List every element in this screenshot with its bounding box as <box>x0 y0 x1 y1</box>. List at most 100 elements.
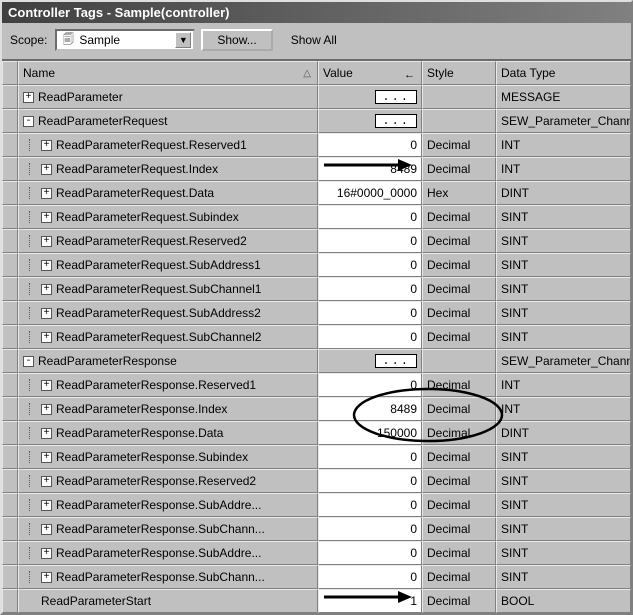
collapse-icon[interactable]: - <box>23 116 34 127</box>
expand-icon[interactable]: + <box>41 212 52 223</box>
cell-name[interactable]: +ReadParameterResponse.Index <box>18 397 318 421</box>
chevron-down-icon[interactable]: ▼ <box>175 32 191 48</box>
cell-value[interactable]: 0 <box>318 133 422 157</box>
table-row[interactable]: +ReadParameterResponse.Index8489DecimalI… <box>2 397 631 421</box>
cell-style: Decimal <box>422 565 496 589</box>
cell-value[interactable]: 150000 <box>318 421 422 445</box>
expand-icon[interactable]: + <box>23 92 34 103</box>
table-row[interactable]: +ReadParameterRequest.Reserved10DecimalI… <box>2 133 631 157</box>
collapse-icon[interactable]: - <box>23 356 34 367</box>
cell-name[interactable]: +ReadParameterResponse.Data <box>18 421 318 445</box>
cell-name[interactable]: +ReadParameterResponse.SubChann... <box>18 565 318 589</box>
expand-icon[interactable]: + <box>41 380 52 391</box>
table-row[interactable]: -ReadParameterRequest...SEW_Parameter_Ch… <box>2 109 631 133</box>
expand-icon[interactable]: + <box>41 524 52 535</box>
table-row[interactable]: +ReadParameterRequest.SubAddress10Decima… <box>2 253 631 277</box>
cell-name[interactable]: +ReadParameterResponse.SubAddre... <box>18 493 318 517</box>
col-style[interactable]: Style <box>422 61 496 85</box>
expand-icon[interactable]: + <box>41 452 52 463</box>
cell-name[interactable]: +ReadParameterResponse.Subindex <box>18 445 318 469</box>
show-button[interactable]: Show... <box>201 29 272 51</box>
table-row[interactable]: +ReadParameterResponse.Subindex0DecimalS… <box>2 445 631 469</box>
table-row[interactable]: -ReadParameterResponse...SEW_Parameter_C… <box>2 349 631 373</box>
cell-value[interactable]: 0 <box>318 253 422 277</box>
table-row[interactable]: ReadParameterStart1DecimalBOOL <box>2 589 631 613</box>
cell-value[interactable]: 0 <box>318 517 422 541</box>
table-row[interactable]: +ReadParameterResponse.SubAddre...0Decim… <box>2 541 631 565</box>
expand-icon[interactable]: + <box>41 476 52 487</box>
cell-value[interactable]: 16#0000_0000 <box>318 181 422 205</box>
cell-name[interactable]: +ReadParameterResponse.Reserved1 <box>18 373 318 397</box>
cell-value[interactable]: 1 <box>318 589 422 613</box>
table-row[interactable]: +ReadParameterResponse.SubChann...0Decim… <box>2 565 631 589</box>
col-data-type[interactable]: Data Type <box>496 61 631 85</box>
cell-name[interactable]: +ReadParameterRequest.Data <box>18 181 318 205</box>
cell-value[interactable]: 8489 <box>318 397 422 421</box>
cell-name[interactable]: -ReadParameterResponse <box>18 349 318 373</box>
table-row[interactable]: +ReadParameterResponse.SubChann...0Decim… <box>2 517 631 541</box>
table-row[interactable]: +ReadParameterRequest.Data16#0000_0000He… <box>2 181 631 205</box>
cell-name[interactable]: +ReadParameterResponse.SubChann... <box>18 517 318 541</box>
scope-dropdown[interactable]: 🗐 Sample ▼ <box>55 29 195 51</box>
expand-icon[interactable]: + <box>41 572 52 583</box>
cell-name[interactable]: ReadParameterStart <box>18 589 318 613</box>
expand-icon[interactable]: + <box>41 260 52 271</box>
expand-icon[interactable]: + <box>41 188 52 199</box>
cell-value[interactable]: 0 <box>318 277 422 301</box>
expand-icon[interactable]: + <box>41 236 52 247</box>
table-row[interactable]: +ReadParameter...MESSAGE <box>2 85 631 109</box>
struct-expand-icon[interactable]: ... <box>375 114 417 128</box>
cell-name[interactable]: +ReadParameterResponse.SubAddre... <box>18 541 318 565</box>
cell-value[interactable]: 0 <box>318 373 422 397</box>
cell-value[interactable]: 0 <box>318 493 422 517</box>
table-row[interactable]: +ReadParameterRequest.Index8489DecimalIN… <box>2 157 631 181</box>
cell-name[interactable]: +ReadParameterRequest.Reserved1 <box>18 133 318 157</box>
cell-value[interactable]: 0 <box>318 205 422 229</box>
table-row[interactable]: +ReadParameterRequest.Subindex0DecimalSI… <box>2 205 631 229</box>
cell-name[interactable]: +ReadParameterRequest.SubChannel1 <box>18 277 318 301</box>
cell-name[interactable]: +ReadParameterRequest.Index <box>18 157 318 181</box>
cell-name[interactable]: +ReadParameter <box>18 85 318 109</box>
col-name[interactable]: Name △ <box>18 61 318 85</box>
col-value[interactable]: Value ← <box>318 61 422 85</box>
expand-icon[interactable]: + <box>41 140 52 151</box>
struct-expand-icon[interactable]: ... <box>375 90 417 104</box>
table-row[interactable]: +ReadParameterRequest.SubChannel20Decima… <box>2 325 631 349</box>
expand-icon[interactable]: + <box>41 164 52 175</box>
cell-name[interactable]: +ReadParameterRequest.SubChannel2 <box>18 325 318 349</box>
cell-value[interactable]: 0 <box>318 565 422 589</box>
show-all-link[interactable]: Show All <box>291 33 337 47</box>
cell-value[interactable]: 0 <box>318 325 422 349</box>
cell-value[interactable]: 0 <box>318 541 422 565</box>
table-row[interactable]: +ReadParameterRequest.SubChannel10Decima… <box>2 277 631 301</box>
expand-icon[interactable]: + <box>41 500 52 511</box>
cell-value[interactable]: 0 <box>318 469 422 493</box>
cell-name[interactable]: +ReadParameterRequest.Reserved2 <box>18 229 318 253</box>
cell-value[interactable]: 0 <box>318 445 422 469</box>
cell-data-type: INT <box>496 157 631 181</box>
expand-icon[interactable]: + <box>41 548 52 559</box>
table-row[interactable]: +ReadParameterRequest.Reserved20DecimalS… <box>2 229 631 253</box>
value-text: 0 <box>410 545 417 561</box>
cell-name[interactable]: +ReadParameterRequest.SubAddress1 <box>18 253 318 277</box>
expand-icon[interactable]: + <box>41 332 52 343</box>
expand-icon[interactable]: + <box>41 308 52 319</box>
table-row[interactable]: +ReadParameterResponse.Reserved20Decimal… <box>2 469 631 493</box>
cell-style: Decimal <box>422 133 496 157</box>
table-row[interactable]: +ReadParameterResponse.Data150000Decimal… <box>2 421 631 445</box>
expand-icon[interactable]: + <box>41 428 52 439</box>
expand-icon[interactable]: + <box>41 404 52 415</box>
cell-style: Decimal <box>422 373 496 397</box>
cell-name[interactable]: -ReadParameterRequest <box>18 109 318 133</box>
cell-name[interactable]: +ReadParameterRequest.SubAddress2 <box>18 301 318 325</box>
cell-name[interactable]: +ReadParameterResponse.Reserved2 <box>18 469 318 493</box>
table-row[interactable]: +ReadParameterResponse.SubAddre...0Decim… <box>2 493 631 517</box>
cell-value[interactable]: 0 <box>318 229 422 253</box>
table-row[interactable]: +ReadParameterResponse.Reserved10Decimal… <box>2 373 631 397</box>
expand-icon[interactable]: + <box>41 284 52 295</box>
struct-expand-icon[interactable]: ... <box>375 354 417 368</box>
table-row[interactable]: +ReadParameterRequest.SubAddress20Decima… <box>2 301 631 325</box>
cell-name[interactable]: +ReadParameterRequest.Subindex <box>18 205 318 229</box>
cell-value[interactable]: 8489 <box>318 157 422 181</box>
cell-value[interactable]: 0 <box>318 301 422 325</box>
